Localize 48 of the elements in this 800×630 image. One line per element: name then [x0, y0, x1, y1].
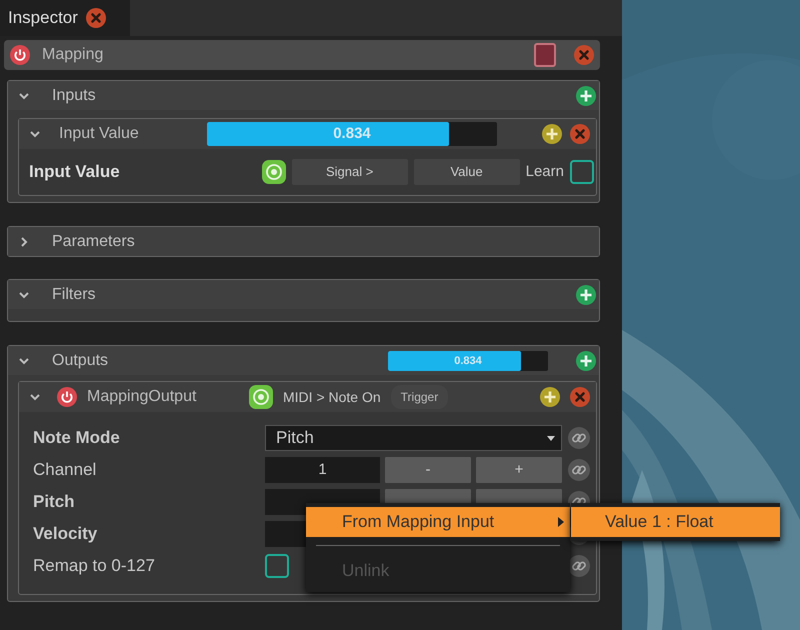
menu-item[interactable]: From Mapping Input	[306, 507, 570, 537]
section-title: Outputs	[52, 350, 110, 370]
section-title: Parameters	[52, 232, 136, 252]
signal-button[interactable]: Signal >	[292, 159, 408, 185]
target-label: MIDI > Note On	[283, 388, 381, 406]
add-icon[interactable]	[576, 350, 596, 370]
close-icon[interactable]	[570, 124, 590, 144]
color-swatch[interactable]	[534, 43, 556, 67]
parameter-label: Note Mode	[33, 427, 121, 450]
section-title: Filters	[52, 284, 97, 304]
checkbox[interactable]	[265, 554, 289, 578]
caret-icon	[547, 436, 555, 440]
parameter-label: Remap to 0-127	[33, 555, 156, 578]
close-icon[interactable]	[574, 45, 594, 65]
menu-item[interactable]: Value 1 : Float	[571, 507, 780, 537]
output-title: MappingOutput	[87, 387, 198, 407]
section-header[interactable]: Inputs	[8, 81, 599, 110]
learn-label: Learn	[526, 162, 564, 182]
section-title: Inputs	[52, 86, 97, 106]
section-header[interactable]: Parameters	[8, 227, 599, 256]
section-header[interactable]: Filters	[8, 280, 599, 309]
tab-title: Inspector	[8, 7, 78, 30]
add-icon[interactable]	[576, 86, 596, 106]
power-icon[interactable]	[57, 387, 77, 407]
parameter-label: Channel	[33, 459, 98, 482]
mapping-title: Mapping	[42, 45, 104, 65]
add-icon[interactable]	[576, 284, 596, 304]
learn-checkbox[interactable]	[570, 160, 594, 184]
section-header[interactable]: Outputs 0.834	[8, 346, 599, 375]
value-button[interactable]: Value	[414, 159, 520, 185]
parameter-label: Pitch	[33, 491, 76, 514]
parameter-label: Velocity	[33, 523, 98, 546]
panel-tab[interactable]: Inspector	[0, 0, 130, 36]
target-icon[interactable]	[262, 160, 286, 184]
close-icon[interactable]	[570, 387, 590, 407]
input-title: Input Value	[59, 124, 140, 144]
add-icon[interactable]	[540, 387, 560, 407]
number-field[interactable]: 1	[265, 457, 380, 483]
mode-dropdown[interactable]: Pitch	[265, 425, 562, 451]
trigger-tag: Trigger	[390, 385, 448, 409]
power-icon[interactable]	[10, 45, 30, 65]
increment-button[interactable]: +	[476, 457, 562, 483]
add-icon[interactable]	[542, 124, 562, 144]
close-icon[interactable]	[86, 8, 106, 28]
decrement-button[interactable]: -	[385, 457, 471, 483]
target-icon[interactable]	[249, 385, 273, 409]
parameter-label: Input Value	[29, 161, 121, 184]
submenu-arrow-icon	[558, 517, 564, 527]
